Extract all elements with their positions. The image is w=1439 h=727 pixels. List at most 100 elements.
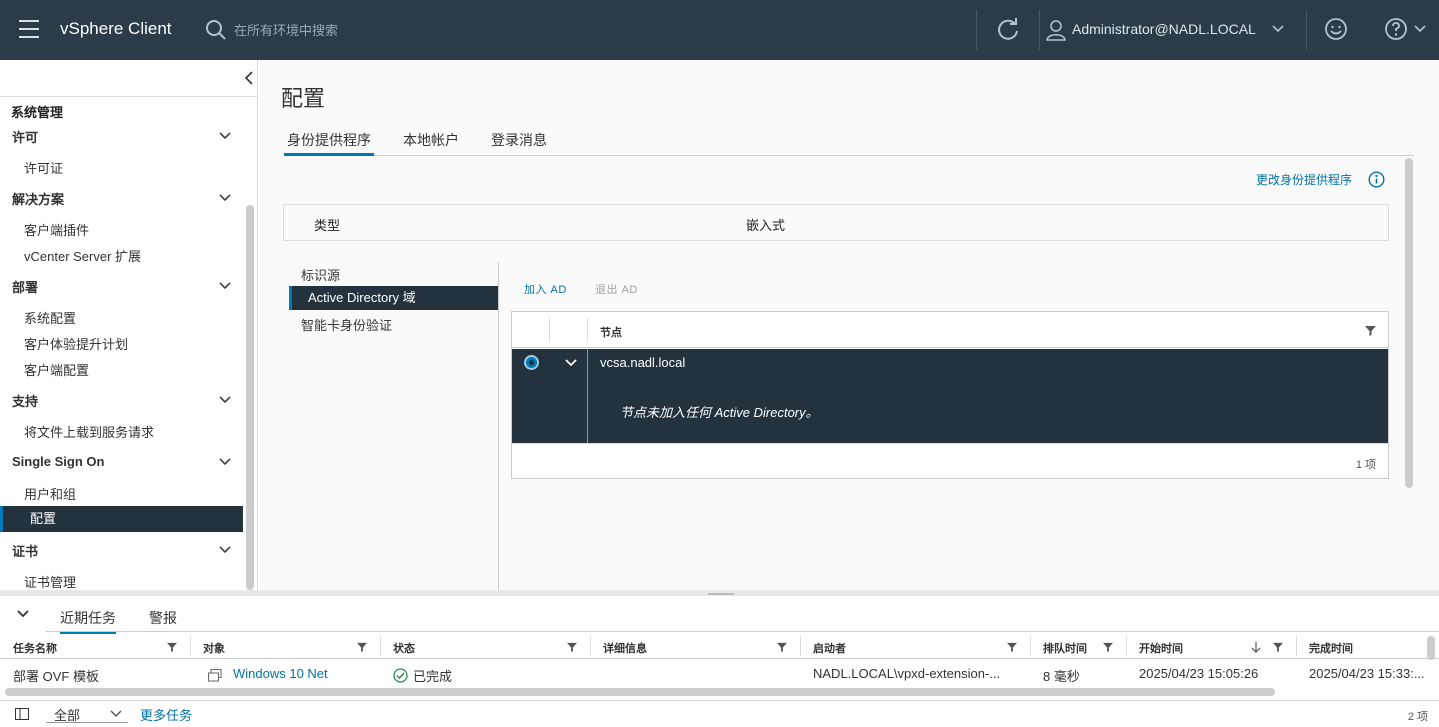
join-ad-button[interactable]: 加入 AD xyxy=(524,281,567,297)
sidebar-item-upload-file[interactable]: 将文件上载到服务请求 xyxy=(24,422,154,441)
column-header-queued-for[interactable]: 排队时间 xyxy=(1043,640,1087,656)
sidebar-item-vcenter-extensions[interactable]: vCenter Server 扩展 xyxy=(24,246,141,265)
vertical-scrollbar[interactable] xyxy=(1427,636,1435,660)
filter-icon[interactable] xyxy=(357,642,367,652)
sidebar-item-client-config[interactable]: 客户端配置 xyxy=(24,360,89,379)
column-separator[interactable] xyxy=(800,636,801,656)
table-row[interactable]: 部署 OVF 模板 Windows 10 Net 已完成 NADL.LOCAL\… xyxy=(0,660,1439,686)
filter-icon[interactable] xyxy=(567,642,577,652)
column-header-initiator[interactable]: 启动者 xyxy=(813,640,846,656)
tab-identity-provider[interactable]: 身份提供程序 xyxy=(284,130,374,156)
chevron-down-icon[interactable] xyxy=(564,357,578,369)
vnav-active-directory-domain[interactable]: Active Directory 域 xyxy=(289,286,498,310)
vnav-divider xyxy=(498,262,499,590)
collapse-sidebar-icon[interactable] xyxy=(242,68,256,88)
sidebar-group-solutions[interactable]: 解决方案 xyxy=(12,189,64,208)
chevron-down-icon[interactable] xyxy=(16,608,30,620)
column-separator xyxy=(587,349,588,443)
column-header-completion-time[interactable]: 完成时间 xyxy=(1309,640,1353,656)
chevron-down-icon[interactable] xyxy=(218,393,232,407)
sidebar-item-configuration[interactable]: 配置 xyxy=(0,506,243,532)
filter-icon[interactable] xyxy=(167,642,177,652)
sort-descending-icon[interactable] xyxy=(1251,642,1261,653)
refresh-icon[interactable] xyxy=(995,17,1021,43)
column-separator[interactable] xyxy=(1126,636,1127,656)
column-separator[interactable] xyxy=(380,636,381,656)
vnav-identity-sources[interactable]: 标识源 xyxy=(301,265,340,284)
tab-local-accounts[interactable]: 本地帐户 xyxy=(403,130,459,156)
grid-item-count: 1 项 xyxy=(1355,459,1376,471)
horizontal-scrollbar[interactable] xyxy=(5,688,1275,696)
chevron-down-icon[interactable] xyxy=(218,129,232,143)
chevron-down-icon[interactable] xyxy=(218,191,232,205)
chevron-down-icon[interactable] xyxy=(218,455,232,469)
help-icon[interactable] xyxy=(1384,17,1408,41)
sidebar-group-licensing[interactable]: 许可 xyxy=(12,127,38,146)
page-title: 配置 xyxy=(281,86,326,111)
type-label: 类型 xyxy=(314,218,341,233)
filter-icon[interactable] xyxy=(1103,642,1113,652)
sidebar-item-certificate-management[interactable]: 证书管理 xyxy=(24,572,76,590)
column-header-task-name[interactable]: 任务名称 xyxy=(13,640,57,656)
column-separator[interactable] xyxy=(590,636,591,656)
search-icon xyxy=(206,20,226,40)
tab-alarms[interactable]: 警报 xyxy=(149,608,177,628)
feedback-smiley-icon[interactable] xyxy=(1324,17,1348,41)
user-menu[interactable]: Administrator@NADL.LOCAL xyxy=(1072,21,1256,37)
column-header-node[interactable]: 节点 xyxy=(600,324,622,340)
sidebar-item-users-groups[interactable]: 用户和组 xyxy=(24,484,76,503)
sidebar-group-sso[interactable]: Single Sign On xyxy=(12,454,104,469)
recent-tasks-panel: 近期任务 警报 任务名称 对象 状态 详细信息 启动者 排队时间 开始时间 完成… xyxy=(0,596,1439,727)
app-title[interactable]: vSphere Client xyxy=(60,19,172,39)
node-name: vcsa.nadl.local xyxy=(600,355,686,370)
task-filter-value: 全部 xyxy=(54,708,81,723)
column-header-start-time[interactable]: 开始时间 xyxy=(1139,640,1183,656)
filter-icon[interactable] xyxy=(1365,325,1376,336)
top-header: vSphere Client Administrator@NADL.LOCAL xyxy=(0,0,1439,60)
filter-icon[interactable] xyxy=(777,642,787,652)
vnav-smart-card-auth[interactable]: 智能卡身份验证 xyxy=(301,315,392,334)
config-tabs: 身份提供程序 本地帐户 登录消息 xyxy=(284,130,1414,156)
column-toggle-icon[interactable] xyxy=(15,708,29,720)
column-separator[interactable] xyxy=(1030,636,1031,656)
column-separator xyxy=(587,318,588,342)
splitter-grip[interactable] xyxy=(708,593,734,595)
header-divider xyxy=(1306,10,1307,50)
sidebar-scrollbar[interactable] xyxy=(246,205,254,590)
filter-icon[interactable] xyxy=(1007,642,1017,652)
change-identity-provider-link[interactable]: 更改身份提供程序 xyxy=(1256,171,1352,188)
leave-ad-button: 退出 AD xyxy=(595,284,638,296)
tab-login-message[interactable]: 登录消息 xyxy=(491,130,547,156)
sidebar-group-deployment[interactable]: 部署 xyxy=(12,277,38,296)
sidebar-item-system-config[interactable]: 系统配置 xyxy=(24,308,76,327)
chevron-down-icon[interactable] xyxy=(218,543,232,557)
global-search-input[interactable] xyxy=(234,20,654,40)
user-icon[interactable] xyxy=(1046,19,1066,41)
sidebar-group-certificates[interactable]: 证书 xyxy=(12,541,38,560)
sidebar-item-ceip[interactable]: 客户体验提升计划 xyxy=(24,334,128,353)
column-separator[interactable] xyxy=(190,636,191,656)
column-separator[interactable] xyxy=(1296,636,1297,656)
task-object-link[interactable]: Windows 10 Net xyxy=(233,666,328,681)
column-header-details[interactable]: 详细信息 xyxy=(603,640,647,656)
task-filter-select[interactable]: 全部 xyxy=(46,705,128,723)
sidebar: 系统管理 许可 许可证 解决方案 客户端插件 vCenter Server 扩展… xyxy=(0,60,258,590)
sidebar-group-support[interactable]: 支持 xyxy=(12,391,38,410)
chevron-down-icon[interactable] xyxy=(1413,22,1427,36)
table-row[interactable]: vcsa.nadl.local 节点未加入任何 Active Directory… xyxy=(512,349,1388,443)
column-header-object[interactable]: 对象 xyxy=(203,640,225,656)
more-tasks-link[interactable]: 更多任务 xyxy=(140,705,192,724)
row-select-radio[interactable] xyxy=(524,355,539,370)
chevron-down-icon[interactable] xyxy=(218,279,232,293)
divider xyxy=(46,631,1439,632)
chevron-down-icon[interactable] xyxy=(1271,22,1285,36)
sidebar-item-licenses[interactable]: 许可证 xyxy=(24,158,63,177)
column-header-status[interactable]: 状态 xyxy=(393,640,415,656)
filter-icon[interactable] xyxy=(1273,642,1283,652)
header-divider xyxy=(976,10,977,50)
menu-icon[interactable] xyxy=(19,20,39,38)
sidebar-item-client-plugins[interactable]: 客户端插件 xyxy=(24,220,89,239)
main-scrollbar[interactable] xyxy=(1405,158,1413,488)
info-icon[interactable] xyxy=(1368,171,1385,188)
node-detail-message: 节点未加入任何 Active Directory。 xyxy=(620,405,819,420)
